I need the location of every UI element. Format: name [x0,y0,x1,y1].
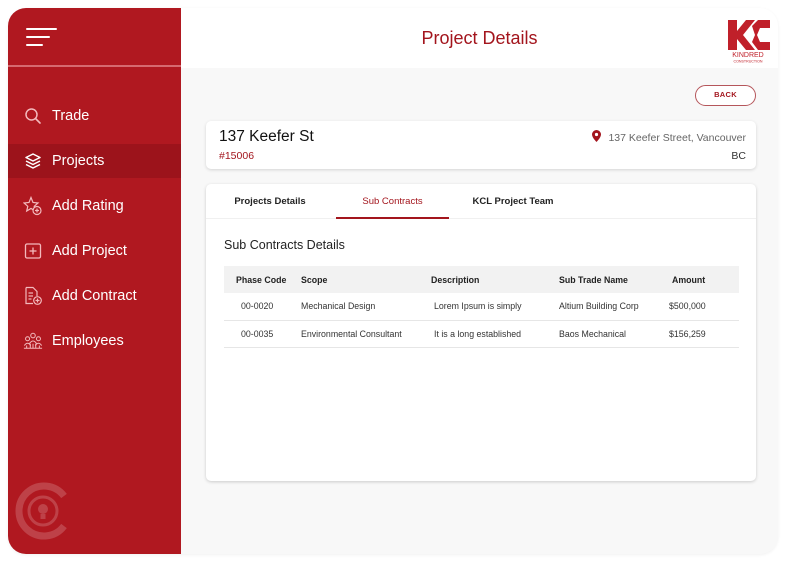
document-add-icon [23,286,43,306]
address-text: 137 Keefer Street, Vancouver [608,131,746,144]
sidebar-item-label: Employees [52,333,124,349]
phase-code-cell: 00-0035 [224,320,301,348]
tab-sub-contracts[interactable]: Sub Contracts [336,184,449,219]
column-header: Sub Trade Name [559,274,628,285]
project-address: 137 Keefer Street, Vancouver [592,130,746,145]
app-window: Trade Projects Add Rating Add Project Ad… [8,8,778,554]
sidebar-item-employees[interactable]: Employees [8,324,181,358]
page-title: Project Details [421,28,538,48]
details-card: Projects Details Sub Contracts KCL Proje… [206,184,756,481]
sidebar-item-add-rating[interactable]: Add Rating [8,189,181,223]
project-number: #15006 [219,150,255,162]
column-header: Scope [301,274,328,285]
layers-icon [23,151,43,171]
sidebar: Trade Projects Add Rating Add Project Ad… [8,8,181,554]
sidebar-item-label: Add Project [52,243,127,259]
project-name: 137 Keefer St [219,128,314,145]
tab-projects-details[interactable]: Projects Details [218,184,322,219]
sub-trade-name-cell: Altium Building Corp [559,293,669,321]
menu-icon[interactable] [26,28,60,48]
description-cell: It is a long established [431,320,559,348]
sub-contracts-table: Phase Code Scope Description Sub Trade N… [224,266,739,348]
section-title: Sub Contracts Details [224,238,345,252]
star-add-icon [23,196,43,216]
amount-cell: $500,000 [669,293,739,321]
table-row[interactable]: 00-0035 Environmental Consultant It is a… [224,320,739,348]
sidebar-item-label: Add Rating [52,198,124,214]
sub-trade-name-cell: Baos Mechanical [559,320,669,348]
sidebar-item-label: Trade [52,108,90,124]
back-button[interactable]: BACK [695,85,756,106]
phase-code-cell: 00-0020 [224,293,301,321]
lightbulb-watermark-icon [14,482,72,540]
table-row[interactable]: 00-0020 Mechanical Design Lorem Ipsum is… [224,293,739,321]
svg-text:CONSTRUCTION: CONSTRUCTION [734,60,763,64]
search-icon [23,106,43,126]
sidebar-item-projects[interactable]: Projects [8,144,181,178]
column-header: Amount [672,274,706,285]
group-icon [23,331,43,351]
sidebar-header [8,8,181,67]
column-header: Description [431,274,480,285]
project-summary-card: 137 Keefer St #15006 137 Keefer Street, … [206,121,756,169]
sidebar-item-trade[interactable]: Trade [8,99,181,133]
amount-cell: $156,259 [669,320,739,348]
sidebar-item-add-contract[interactable]: Add Contract [8,279,181,313]
project-province: BC [731,150,746,162]
sidebar-item-label: Add Contract [52,288,137,304]
sidebar-item-label: Projects [52,153,105,169]
plus-square-icon [23,241,43,261]
kindred-logo: KINDRED CONSTRUCTION [724,16,772,64]
svg-text:KINDRED: KINDRED [732,52,764,59]
sidebar-nav: Trade Projects Add Rating Add Project Ad… [8,99,181,369]
location-pin-icon [592,130,602,145]
tab-kcl-project-team[interactable]: KCL Project Team [462,184,564,219]
top-header: Project Details KINDRED CONSTRUCTION [181,8,778,68]
sidebar-item-add-project[interactable]: Add Project [8,234,181,268]
description-cell: Lorem Ipsum is simply [431,293,559,321]
tab-bar: Projects Details Sub Contracts KCL Proje… [206,184,756,219]
scope-cell: Mechanical Design [301,293,431,321]
scope-cell: Environmental Consultant [301,320,431,348]
column-header: Phase Code [236,274,287,285]
table-header-row: Phase Code Scope Description Sub Trade N… [224,266,739,293]
